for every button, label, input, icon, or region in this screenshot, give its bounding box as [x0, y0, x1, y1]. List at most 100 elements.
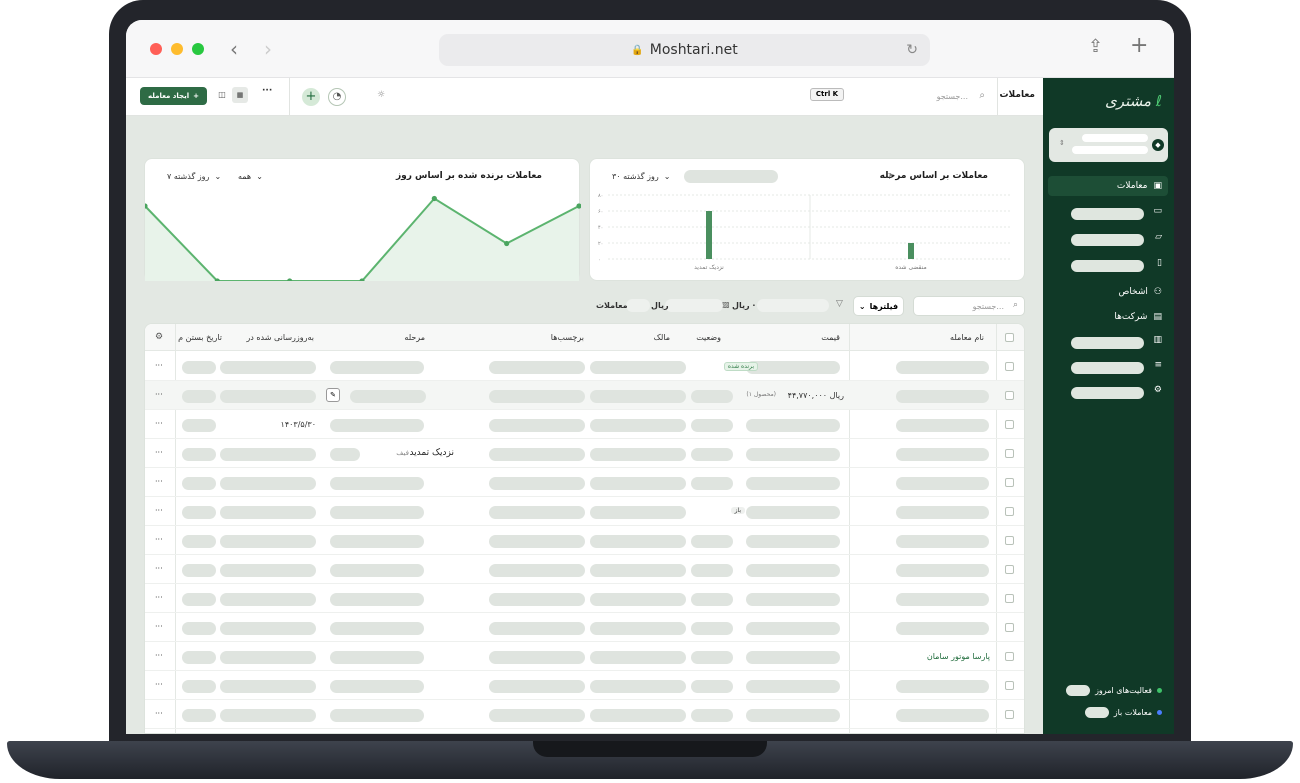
stage-filter-placeholder[interactable] — [684, 170, 778, 183]
table-view-icon[interactable]: ▦ — [232, 87, 248, 103]
column-stage[interactable]: مرحله — [404, 333, 425, 342]
bar-0[interactable] — [706, 211, 712, 259]
search-icon[interactable]: ⌕ — [979, 90, 985, 101]
table-row[interactable]: ··· — [145, 700, 1024, 729]
sidebar-item-placeholder[interactable] — [1071, 234, 1144, 246]
today-activities[interactable]: فعالیت‌های امروز — [1066, 685, 1162, 696]
row-checkbox[interactable] — [1005, 391, 1014, 400]
row-checkbox[interactable] — [1005, 536, 1014, 545]
bar-1[interactable] — [908, 243, 914, 259]
row-checkbox[interactable] — [1005, 507, 1014, 516]
column-updated-at[interactable]: به‌روزرسانی شده در — [246, 333, 314, 342]
row-more-icon[interactable]: ··· — [155, 709, 163, 718]
address-bar[interactable]: 🔒 Moshtari.net ↻ — [439, 34, 930, 66]
back-icon[interactable]: ‹ — [230, 39, 238, 59]
cell-placeholder — [691, 477, 733, 490]
maximize-window-button[interactable] — [192, 43, 204, 55]
filter-icon[interactable]: ▽ — [836, 299, 843, 309]
board-view-icon[interactable]: ◫ — [214, 87, 230, 103]
table-row[interactable]: ··· برنده شده — [145, 352, 1024, 381]
row-more-icon[interactable]: ··· — [155, 680, 163, 689]
table-row[interactable]: ··· ۴۴,۷۷۰,۰۰۰ ریال (۱ محصول) ✎ — [145, 381, 1024, 410]
settings-icon[interactable]: ⚙ — [155, 332, 163, 342]
row-more-icon[interactable]: ··· — [155, 361, 163, 370]
data-point-2[interactable] — [287, 278, 293, 281]
open-deals[interactable]: معاملات باز — [1084, 707, 1162, 718]
sidebar-item-placeholder[interactable] — [1071, 260, 1144, 272]
filter-chip-placeholder[interactable] — [757, 299, 829, 312]
row-checkbox[interactable] — [1005, 362, 1014, 371]
row-more-icon[interactable]: ··· — [155, 622, 163, 631]
table-row[interactable]: ··· — [145, 671, 1024, 700]
row-more-icon[interactable]: ··· — [155, 506, 163, 515]
cell-placeholder — [220, 593, 316, 606]
table-row[interactable]: ··· باز — [145, 497, 1024, 526]
sidebar-item-placeholder[interactable] — [1071, 387, 1144, 399]
create-deal-button[interactable]: ایجاد معامله + — [140, 87, 207, 105]
data-point-5[interactable] — [504, 240, 510, 247]
column-owner[interactable]: مالک — [654, 333, 670, 342]
minimize-window-button[interactable] — [171, 43, 183, 55]
search-input[interactable]: جستجو... — [937, 92, 968, 101]
won-filter-label: همه — [238, 172, 252, 181]
share-icon[interactable]: ⇪ — [1088, 37, 1103, 57]
won-filter-dropdown[interactable]: همه ⌄ — [238, 172, 263, 181]
sidebar-item-deals[interactable]: معاملات ▣ — [1048, 176, 1168, 196]
row-checkbox[interactable] — [1005, 710, 1014, 719]
reload-icon[interactable]: ↻ — [906, 42, 918, 58]
data-point-4[interactable] — [431, 195, 437, 202]
row-checkbox[interactable] — [1005, 420, 1014, 429]
column-tags[interactable]: برچسب‌ها — [551, 333, 584, 342]
sidebar-item-placeholder[interactable] — [1071, 337, 1144, 349]
sidebar-item-companies[interactable]: شرکت‌ها ▤ — [1048, 307, 1168, 327]
row-more-icon[interactable]: ··· — [155, 593, 163, 602]
row-more-icon[interactable]: ··· — [155, 448, 163, 457]
filters-button[interactable]: ⌄ فیلترها — [853, 296, 904, 316]
stage-range-dropdown[interactable]: ۳۰ روز گذشته ⌄ — [612, 172, 670, 181]
table-row[interactable]: ··· پارسا موتور سامان — [145, 642, 1024, 671]
table-row[interactable]: ··· — [145, 468, 1024, 497]
row-checkbox[interactable] — [1005, 652, 1014, 661]
filter-chip-placeholder[interactable] — [626, 299, 650, 312]
new-tab-icon[interactable]: + — [1130, 35, 1148, 57]
table-row[interactable]: ··· ۱۴۰۳/۵/۳۰ — [145, 410, 1024, 439]
bell-icon[interactable]: ◔ — [328, 88, 346, 106]
table-row[interactable]: ··· — [145, 729, 1024, 733]
row-more-icon[interactable]: ··· — [155, 564, 163, 573]
table-row[interactable]: ··· — [145, 526, 1024, 555]
more-icon[interactable]: ··· — [262, 86, 272, 96]
row-more-icon[interactable]: ··· — [155, 651, 163, 660]
won-range-dropdown[interactable]: ۷ روز گذشته ⌄ — [167, 172, 221, 181]
sidebar-item-people[interactable]: اشخاص ⚇ — [1048, 282, 1168, 302]
table-row[interactable]: ··· نزدیک تمدید فیف — [145, 439, 1024, 468]
theme-toggle-icon[interactable]: ☼ — [377, 90, 385, 100]
row-checkbox[interactable] — [1005, 478, 1014, 487]
sidebar-item-placeholder[interactable] — [1071, 362, 1144, 374]
add-icon[interactable]: + — [302, 88, 320, 106]
row-more-icon[interactable]: ··· — [155, 390, 163, 399]
row-more-icon[interactable]: ··· — [155, 477, 163, 486]
select-all-checkbox[interactable] — [1005, 333, 1014, 342]
edit-icon[interactable]: ✎ — [326, 388, 340, 402]
forward-icon[interactable]: › — [264, 39, 272, 59]
filter-chip-placeholder[interactable] — [665, 299, 723, 312]
sidebar-item-placeholder[interactable] — [1071, 208, 1144, 220]
column-status[interactable]: وضعیت — [696, 333, 721, 342]
workspace-switcher[interactable]: ◆ ⇕ — [1049, 128, 1168, 162]
row-checkbox[interactable] — [1005, 565, 1014, 574]
column-price[interactable]: قیمت — [821, 333, 840, 342]
column-close-date[interactable]: تاریخ بستن م — [178, 333, 222, 342]
table-search-input[interactable]: ⌕ جستجو... — [913, 296, 1025, 316]
table-row[interactable]: ··· — [145, 584, 1024, 613]
row-checkbox[interactable] — [1005, 681, 1014, 690]
row-more-icon[interactable]: ··· — [155, 419, 163, 428]
table-row[interactable]: ··· — [145, 613, 1024, 642]
row-checkbox[interactable] — [1005, 623, 1014, 632]
help-icon[interactable]: ? — [888, 172, 892, 181]
row-more-icon[interactable]: ··· — [155, 535, 163, 544]
close-window-button[interactable] — [150, 43, 162, 55]
row-checkbox[interactable] — [1005, 449, 1014, 458]
column-deal-name[interactable]: نام معامله — [950, 333, 984, 342]
row-checkbox[interactable] — [1005, 594, 1014, 603]
table-row[interactable]: ··· — [145, 555, 1024, 584]
